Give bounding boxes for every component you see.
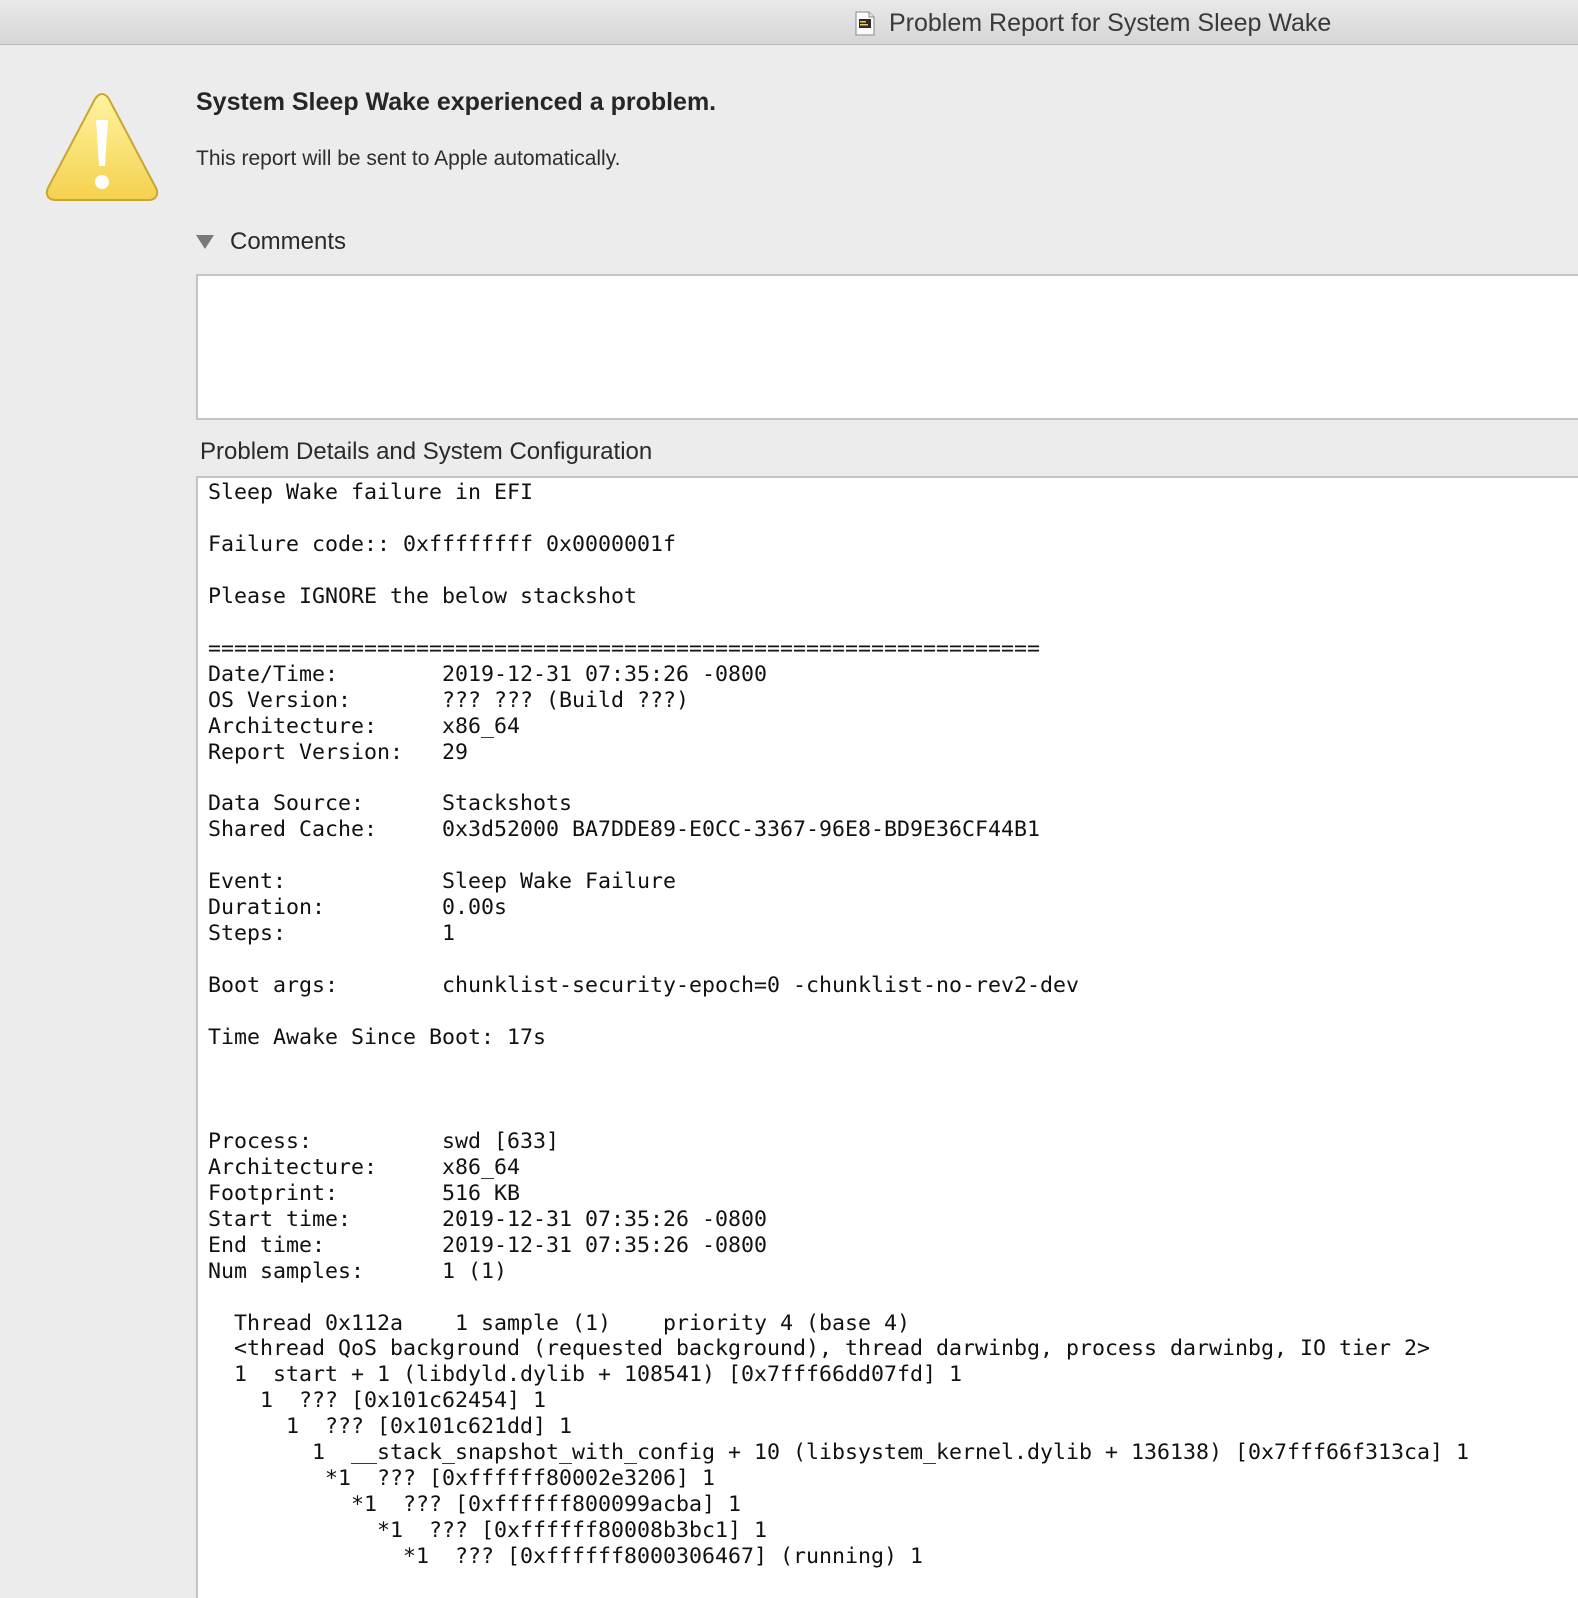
details-line: Date/Time: 2019-12-31 07:35:26 -0800 xyxy=(208,661,768,687)
details-line: Steps: 1 xyxy=(208,921,456,947)
details-line: 1 __stack_snapshot_with_config + 10 (lib… xyxy=(208,1440,1470,1466)
details-line: Duration: 0.00s xyxy=(208,895,508,921)
details-line: Failure code:: 0xffffffff 0x0000001f xyxy=(208,531,677,557)
details-line: End time: 2019-12-31 07:35:26 -0800 xyxy=(208,1232,768,1258)
details-line: <thread QoS background (requested backgr… xyxy=(208,1336,1431,1362)
details-line: *1 ??? [0xffffff800099acba] 1 xyxy=(208,1492,742,1518)
details-line: Boot args: chunklist-security-epoch=0 -c… xyxy=(208,973,1080,999)
comments-label: Comments xyxy=(230,228,347,255)
details-line: OS Version: ??? ??? (Build ???) xyxy=(208,687,690,713)
details-line: Please IGNORE the below stackshot xyxy=(208,583,638,609)
comments-field[interactable] xyxy=(196,274,1578,420)
details-line: *1 ??? [0xffffff80002e3206] 1 xyxy=(208,1466,716,1492)
window-title: Problem Report for System Sleep Wake xyxy=(855,9,1331,38)
details-line: Start time: 2019-12-31 07:35:26 -0800 xyxy=(208,1206,768,1232)
problem-report-window: Problem Report for System Sleep Wake Sys… xyxy=(0,0,1578,1598)
details-line: 1 start + 1 (libdyld.dylib + 108541) [0x… xyxy=(208,1362,963,1388)
details-line: Thread 0x112a 1 sample (1) priority 4 (b… xyxy=(208,1310,911,1336)
alert-headline: System Sleep Wake experienced a problem. xyxy=(196,88,717,116)
title-bar[interactable]: Problem Report for System Sleep Wake xyxy=(0,0,1578,45)
window-title-text: Problem Report for System Sleep Wake xyxy=(889,9,1332,37)
details-line: Footprint: 516 KB xyxy=(208,1180,521,1206)
details-line: Process: swd [633] xyxy=(208,1128,560,1154)
details-line: Data Source: Stackshots xyxy=(208,791,573,817)
details-line: Report Version: 29 xyxy=(208,739,469,765)
details-line: Architecture: x86_64 xyxy=(208,1154,521,1180)
warning-icon xyxy=(44,90,160,206)
details-line: *1 ??? [0xffffff8000306467] (running) 1 xyxy=(208,1544,924,1570)
details-line: Architecture: x86_64 xyxy=(208,713,521,739)
disclosure-triangle-icon[interactable] xyxy=(196,235,214,249)
problem-details-text-area[interactable]: Sleep Wake failure in EFI Failure code::… xyxy=(196,476,1578,1598)
details-line: Event: Sleep Wake Failure xyxy=(208,869,677,895)
alert-subline: This report will be sent to Apple automa… xyxy=(196,147,621,170)
details-line: Num samples: 1 (1) xyxy=(208,1258,508,1284)
details-line: Sleep Wake failure in EFI xyxy=(208,480,534,505)
problem-details-text: Sleep Wake failure in EFI Failure code::… xyxy=(208,480,1469,1570)
details-line: Time Awake Since Boot: 17s xyxy=(208,1025,547,1051)
details-line: 1 ??? [0x101c621dd] 1 xyxy=(208,1414,573,1440)
console-document-icon xyxy=(855,11,875,36)
details-label: Problem Details and System Configuration xyxy=(200,438,653,465)
comments-disclosure[interactable]: Comments xyxy=(196,228,346,256)
details-line: 1 ??? [0x101c62454] 1 xyxy=(208,1388,547,1414)
details-line: ========================================… xyxy=(208,635,1041,661)
details-line: Shared Cache: 0x3d52000 BA7DDE89-E0CC-33… xyxy=(208,817,1041,843)
details-line: *1 ??? [0xffffff80008b3bc1] 1 xyxy=(208,1518,768,1544)
